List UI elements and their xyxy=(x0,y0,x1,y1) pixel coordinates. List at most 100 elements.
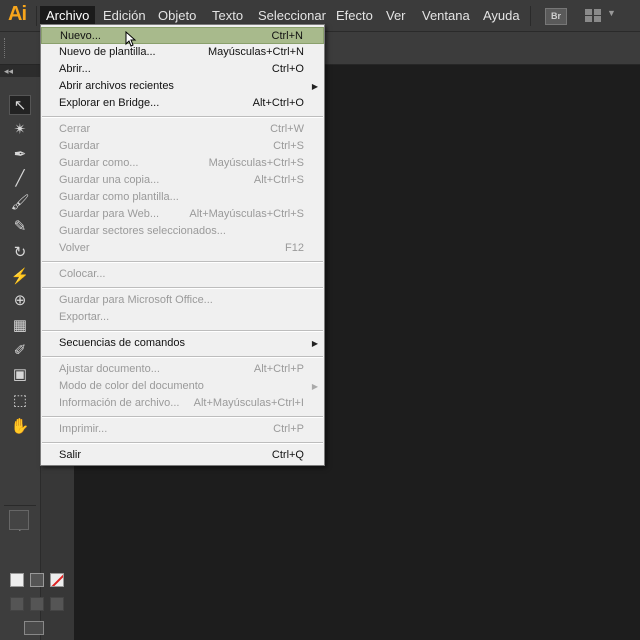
menu-item-shortcut: Ctrl+N xyxy=(271,30,303,42)
menu-item-label: Guardar como plantilla... xyxy=(59,191,179,203)
artboard-tool-icon[interactable]: ⬚ xyxy=(9,391,31,411)
menu-item-shortcut: Ctrl+Q xyxy=(271,449,304,461)
menu-item-label: Imprimir... xyxy=(59,423,108,435)
menu-item-guardar-una-copia[interactable]: Guardar una copia... Alt+Ctrl+S xyxy=(41,172,324,189)
menu-item-label: Guardar una copia... xyxy=(59,174,160,186)
menu-item-modo-de-color-del-documento[interactable]: Modo de color del documento ▶ xyxy=(41,378,324,395)
menu-ventana[interactable]: Ventana xyxy=(416,6,476,26)
archivo-dropdown-menu: Nuevo... Ctrl+N Nuevo de plantilla... Mayús… xyxy=(40,24,325,466)
menu-ayuda[interactable]: Ayuda xyxy=(477,6,526,26)
screen-mode-icon[interactable] xyxy=(24,621,44,635)
menu-item-exportar[interactable]: Exportar... xyxy=(41,309,324,326)
menu-item-abrir[interactable]: Abrir... Ctrl+O xyxy=(41,61,324,78)
menu-item-guardar[interactable]: Guardar Ctrl+S xyxy=(41,138,324,155)
menu-item-shortcut: Alt+Mayúsculas+Ctrl+S xyxy=(189,208,304,220)
menu-item-label: Guardar xyxy=(59,140,100,152)
tools-panel-collapse[interactable]: ◂◂ xyxy=(0,65,40,77)
pen-tool-icon[interactable]: ✒ xyxy=(9,145,31,165)
menu-item-nuevo-de-plantilla[interactable]: Nuevo de plantilla... Mayúsculas+Ctrl+N xyxy=(41,44,324,61)
menu-item-guardar-para-microsoft-office[interactable]: Guardar para Microsoft Office... xyxy=(41,292,324,309)
menu-item-label: Abrir archivos recientes xyxy=(59,80,174,92)
menu-item-imprimir[interactable]: Imprimir... Ctrl+P xyxy=(41,421,324,438)
menu-item-guardar-como[interactable]: Guardar como... Mayúsculas+Ctrl+S xyxy=(41,155,324,172)
menu-ver[interactable]: Ver xyxy=(380,6,412,26)
menu-item-información-de-archivo[interactable]: Información de archivo... Alt+Mayúsculas+… xyxy=(41,395,324,412)
eyedropper-tool-icon[interactable]: ✐ xyxy=(9,341,31,361)
menu-item-guardar-para-web[interactable]: Guardar para Web... Alt+Mayúsculas+Ctrl+S xyxy=(41,206,324,223)
menu-item-shortcut: Ctrl+W xyxy=(270,123,304,135)
menu-item-shortcut: Mayúsculas+Ctrl+S xyxy=(208,157,304,169)
menu-seleccionar[interactable]: Seleccionar xyxy=(252,6,332,26)
menu-item-guardar-sectores-seleccionados[interactable]: Guardar sectores seleccionados... xyxy=(41,223,324,240)
blob-brush-tool-icon[interactable]: ✎ xyxy=(9,217,31,237)
menu-item-secuencias-de-comandos[interactable]: Secuencias de comandos ▶ xyxy=(41,335,324,352)
paintbrush-tool-icon[interactable]: 🖌 xyxy=(9,193,31,213)
menu-item-salir[interactable]: Salir Ctrl+Q xyxy=(41,447,324,464)
menu-item-label: Abrir... xyxy=(59,63,91,75)
menu-item-cerrar[interactable]: Cerrar Ctrl+W xyxy=(41,121,324,138)
menu-item-label: Guardar como... xyxy=(59,157,139,169)
menu-item-label: Exportar... xyxy=(59,311,110,323)
menu-objeto[interactable]: Objeto xyxy=(152,6,202,26)
rotate-tool-icon[interactable]: ↻ xyxy=(9,243,31,263)
menu-efecto[interactable]: Efecto xyxy=(330,6,379,26)
workspace-switcher-icon[interactable]: ▼ xyxy=(585,8,616,23)
menu-item-volver[interactable]: Volver F12 xyxy=(41,240,324,257)
menu-texto[interactable]: Texto xyxy=(206,6,249,26)
menu-item-shortcut: Alt+Mayúsculas+Ctrl+I xyxy=(193,397,304,409)
menu-item-label: Ajustar documento... xyxy=(59,363,160,375)
menu-separator xyxy=(42,416,323,418)
shape-builder-tool-icon[interactable]: ⊕ xyxy=(9,291,31,311)
menu-separator xyxy=(42,330,323,332)
menu-item-label: Guardar para Web... xyxy=(59,208,160,220)
submenu-arrow-icon: ▶ xyxy=(311,339,318,348)
tools-divider xyxy=(4,505,36,506)
menu-item-label: Cerrar xyxy=(59,123,91,135)
menu-item-guardar-como-plantilla[interactable]: Guardar como plantilla... xyxy=(41,189,324,206)
menubar-divider xyxy=(530,6,531,26)
stroke-color-swatch[interactable] xyxy=(30,573,44,587)
menu-item-label: Secuencias de comandos xyxy=(59,337,185,349)
menu-item-label: Explorar en Bridge... xyxy=(59,97,160,109)
draw-behind-icon[interactable] xyxy=(30,597,44,611)
bridge-button[interactable]: Br xyxy=(545,8,567,25)
menu-item-shortcut: Alt+Ctrl+O xyxy=(252,97,304,109)
none-color-icon[interactable] xyxy=(50,573,64,587)
selection-tool-icon[interactable]: ↖ xyxy=(9,95,31,115)
menu-item-shortcut: F12 xyxy=(285,242,304,254)
submenu-arrow-icon: ▶ xyxy=(311,382,318,391)
control-bar-grip[interactable] xyxy=(4,38,7,58)
app-logo: Ai xyxy=(8,3,27,25)
menu-item-explorar-en-bridge[interactable]: Explorar en Bridge... Alt+Ctrl+O xyxy=(41,95,324,112)
menu-item-shortcut: Ctrl+S xyxy=(273,140,304,152)
menu-item-label: Guardar para Microsoft Office... xyxy=(59,294,213,306)
hand-tool-icon[interactable]: ✋ xyxy=(9,417,31,437)
menu-item-label: Colocar... xyxy=(59,268,106,280)
menu-item-shortcut: Alt+Ctrl+S xyxy=(253,174,304,186)
width-tool-icon[interactable]: ⚡ xyxy=(9,267,31,287)
menu-separator xyxy=(42,287,323,289)
symbol-sprayer-tool-icon[interactable]: ▣ xyxy=(9,365,31,385)
menu-item-abrir-archivos-recientes[interactable]: Abrir archivos recientes ▶ xyxy=(41,78,324,95)
menu-item-label: Volver xyxy=(59,242,90,254)
menu-item-colocar[interactable]: Colocar... xyxy=(41,266,324,283)
menu-item-ajustar-documento[interactable]: Ajustar documento... Alt+Ctrl+P xyxy=(41,361,324,378)
menubar-divider xyxy=(36,6,37,26)
magic-wand-tool-icon[interactable]: ✴ xyxy=(9,120,31,140)
perspective-grid-tool-icon[interactable]: ▦ xyxy=(9,316,31,336)
draw-inside-icon[interactable] xyxy=(50,597,64,611)
menu-item-shortcut: Mayúsculas+Ctrl+N xyxy=(208,46,304,58)
menu-separator xyxy=(42,442,323,444)
menu-item-label: Modo de color del documento xyxy=(59,380,204,392)
chevron-down-icon: ▼ xyxy=(607,8,616,18)
menu-edicion[interactable]: Edición xyxy=(97,6,152,26)
menu-item-label: Salir xyxy=(59,449,82,461)
submenu-arrow-icon: ▶ xyxy=(311,82,318,91)
draw-normal-icon[interactable] xyxy=(10,597,24,611)
line-tool-icon[interactable]: ╱ xyxy=(9,169,31,189)
mouse-cursor-icon xyxy=(125,31,137,47)
menu-item-nuevo[interactable]: Nuevo... Ctrl+N xyxy=(41,27,324,44)
menu-separator xyxy=(42,356,323,358)
fill-color-swatch[interactable] xyxy=(10,573,24,587)
menu-archivo[interactable]: Archivo xyxy=(40,6,96,26)
